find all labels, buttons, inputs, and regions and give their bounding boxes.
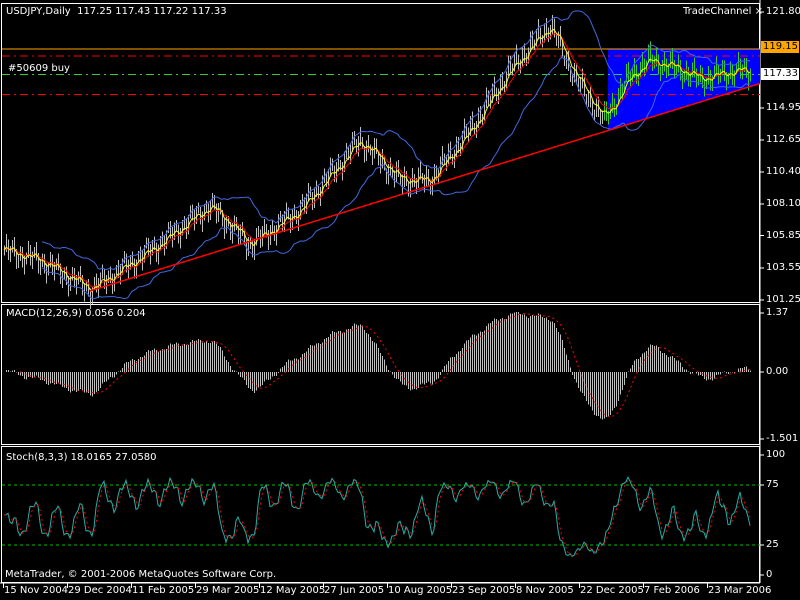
price-tick: 114.95 <box>766 102 800 113</box>
trendline <box>89 82 761 292</box>
panel-frame <box>1 304 760 445</box>
macd-tick: 0.00 <box>766 366 789 377</box>
date-tick: 29 Dec 2004 <box>68 585 132 596</box>
macd-title: MACD(12,26,9) 0.056 0.204 <box>6 308 146 319</box>
date-tick: 11 Feb 2005 <box>132 585 195 596</box>
stoch-signal-line <box>4 479 751 556</box>
price-tick: 108.10 <box>766 198 800 209</box>
stoch-tick: 75 <box>766 479 779 490</box>
close-icon[interactable]: × <box>755 6 763 17</box>
chart-canvas[interactable] <box>0 0 800 600</box>
date-tick: 23 Sep 2005 <box>452 585 516 596</box>
date-tick: 12 May 2005 <box>260 585 326 596</box>
price-tick: 110.40 <box>766 165 800 177</box>
price-tick: 103.55 <box>766 261 800 273</box>
date-tick: 29 Mar 2005 <box>196 585 260 596</box>
copyright: MetaTrader, © 2001-2006 MetaQuotes Softw… <box>5 569 277 580</box>
price-tag-current: 117.33 <box>761 68 799 80</box>
price-tick: 121.80 <box>766 6 800 17</box>
stoch-tick: 0 <box>766 569 773 580</box>
order-label: #50609 buy <box>8 63 70 74</box>
trade-channel-label: TradeChannel × <box>683 6 764 17</box>
stoch-tick: 100 <box>766 449 786 460</box>
stoch-title: Stoch(8,3,3) 18.0165 27.0580 <box>6 452 157 463</box>
date-tick: 7 Feb 2006 <box>644 585 700 596</box>
date-tick: 8 Nov 2005 <box>516 585 574 596</box>
price-tag-orange: 119.15 <box>761 41 799 53</box>
macd-tick: -1.501 <box>766 433 799 444</box>
stoch-tick: 25 <box>766 539 779 550</box>
price-tick: 112.65 <box>766 134 800 146</box>
macd-tick: 1.37 <box>766 307 789 318</box>
price-tick: 105.85 <box>766 229 800 241</box>
chart-title: USDJPY,Daily 117.25 117.43 117.22 117.33 <box>6 6 227 17</box>
stoch-main-line <box>4 475 751 557</box>
date-tick: 27 Jun 2005 <box>324 585 385 596</box>
date-tick: 22 Dec 2005 <box>580 585 644 596</box>
date-tick: 15 Nov 2004 <box>4 585 69 596</box>
date-tick: 10 Aug 2005 <box>388 585 453 596</box>
price-tick: 101.25 <box>766 294 800 305</box>
panel-frame <box>1 446 760 583</box>
date-tick: 23 Mar 2006 <box>708 585 772 596</box>
